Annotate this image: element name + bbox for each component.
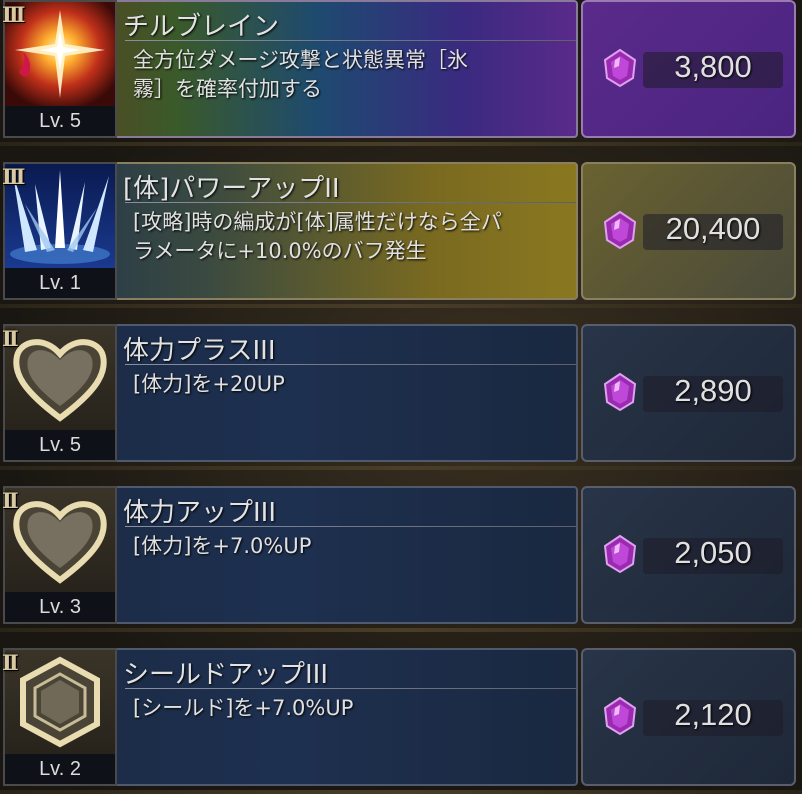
- skill-row[interactable]: 体力アップIII [体力]を+7.0%UP Lv. 3 II 2,050: [0, 486, 802, 632]
- heart-icon: [13, 501, 107, 584]
- purple-gem-icon: [603, 372, 637, 412]
- skill-icon-frame: Lv. 3: [3, 486, 117, 624]
- desc-line: [体力]を+7.0%UP: [133, 534, 312, 558]
- hexagon-shield-icon: [20, 656, 100, 748]
- skill-title: シールドアップIII: [123, 660, 329, 690]
- price-value: 3,800: [674, 49, 752, 84]
- buy-button[interactable]: 20,400: [581, 162, 796, 300]
- skill-row[interactable]: チルブレイン 全方位ダメージ攻撃と状態異常［氷 霧］を確率付加する Lv. 5 …: [0, 0, 802, 146]
- skill-level: Lv. 5: [5, 430, 115, 460]
- divider: [125, 688, 576, 689]
- buy-button[interactable]: 3,800: [581, 0, 796, 138]
- divider: [125, 202, 576, 203]
- grade-badge: III: [2, 2, 26, 27]
- divider: [125, 364, 576, 365]
- price-value: 2,050: [674, 535, 752, 570]
- skill-title: 体力アップIII: [123, 498, 277, 528]
- skill-description: [体力]を+20UP: [133, 370, 576, 399]
- desc-line: [体力]を+20UP: [133, 372, 285, 396]
- skill-title: チルブレイン: [123, 12, 280, 42]
- skill-level: Lv. 1: [5, 268, 115, 298]
- price-value: 2,120: [674, 697, 752, 732]
- purple-gem-icon: [603, 534, 637, 574]
- skill-row[interactable]: [体]パワーアップII [攻略]時の編成が[体]属性だけなら全パ ラメータに+1…: [0, 162, 802, 308]
- heart-icon: [13, 339, 107, 422]
- skill-title: 体力プラスIII: [123, 336, 276, 366]
- buy-button[interactable]: 2,890: [581, 324, 796, 462]
- skill-title: [体]パワーアップII: [123, 174, 340, 204]
- grade-badge: III: [2, 164, 26, 189]
- desc-line: [シールド]を+7.0%UP: [133, 696, 354, 720]
- skill-row[interactable]: 体力プラスIII [体力]を+20UP Lv. 5 II 2,890: [0, 324, 802, 470]
- divider: [125, 40, 576, 41]
- skill-shop-list: チルブレイン 全方位ダメージ攻撃と状態異常［氷 霧］を確率付加する Lv. 5 …: [0, 0, 802, 794]
- buy-button[interactable]: 2,050: [581, 486, 796, 624]
- divider: [125, 526, 576, 527]
- grade-badge: II: [2, 326, 19, 351]
- purple-gem-icon: [603, 48, 637, 88]
- skill-description: [シールド]を+7.0%UP: [133, 694, 576, 723]
- skill-icon-frame: Lv. 5: [3, 324, 117, 462]
- skill-description: 全方位ダメージ攻撃と状態異常［氷 霧］を確率付加する: [133, 46, 576, 104]
- desc-line: [攻略]時の編成が[体]属性だけなら全パ: [133, 210, 502, 234]
- skill-icon-frame: Lv. 2: [3, 648, 117, 786]
- skill-level: Lv. 3: [5, 592, 115, 622]
- grade-badge: II: [2, 488, 19, 513]
- skill-row[interactable]: シールドアップIII [シールド]を+7.0%UP Lv. 2 II 2,120: [0, 648, 802, 794]
- price-value: 2,890: [674, 373, 752, 408]
- price-value: 20,400: [665, 211, 761, 246]
- grade-badge: II: [2, 650, 19, 675]
- desc-line: 霧］を確率付加する: [133, 77, 322, 101]
- desc-line: ラメータに+10.0%のバフ発生: [133, 239, 427, 263]
- skill-level: Lv. 5: [5, 106, 115, 136]
- skill-level: Lv. 2: [5, 754, 115, 784]
- skill-description: [体力]を+7.0%UP: [133, 532, 576, 561]
- skill-description: [攻略]時の編成が[体]属性だけなら全パ ラメータに+10.0%のバフ発生: [133, 208, 576, 266]
- purple-gem-icon: [603, 210, 637, 250]
- buy-button[interactable]: 2,120: [581, 648, 796, 786]
- desc-line: 全方位ダメージ攻撃と状態異常［氷: [133, 48, 468, 72]
- purple-gem-icon: [603, 696, 637, 736]
